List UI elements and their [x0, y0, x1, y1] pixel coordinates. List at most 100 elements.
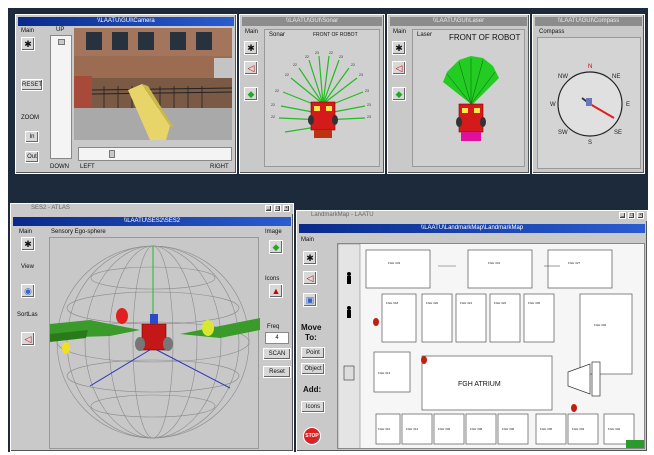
- landmark-main-label: Main: [301, 237, 315, 243]
- scan-button[interactable]: SCAN: [263, 348, 291, 360]
- laser-icon[interactable]: ◆: [269, 240, 283, 254]
- close-button[interactable]: ×: [283, 205, 290, 212]
- robot-icon[interactable]: ✱: [21, 237, 35, 251]
- reset-sphere-button[interactable]: Reset: [263, 366, 291, 378]
- sonar-main-label: Main: [245, 29, 259, 35]
- minimize-button[interactable]: _: [265, 205, 272, 212]
- laser-window: \\LAATU\GUI\Laser Main ✱ ◁ ◆ Laser FRONT…: [387, 14, 530, 174]
- pan-right-label: RIGHT: [210, 164, 229, 170]
- svg-text:23: 23: [339, 55, 343, 59]
- laser-icon[interactable]: ◆: [392, 87, 406, 101]
- sonar-display: Sonar FRONT OF ROBOT 23 22 22 23 22 22 22 23…: [264, 29, 380, 167]
- svg-text:FGH 302: FGH 302: [608, 427, 621, 431]
- svg-text:FGH 321: FGH 321: [460, 301, 473, 305]
- close-button[interactable]: ×: [637, 212, 644, 219]
- sonar-icon[interactable]: ◁: [244, 61, 258, 75]
- svg-text:FGH 327: FGH 327: [568, 261, 581, 265]
- svg-text:FGH 309: FGH 309: [438, 427, 451, 431]
- svg-text:23: 23: [359, 73, 363, 77]
- svg-text:FGH 333: FGH 333: [388, 261, 401, 265]
- ses-sphere-view: [49, 237, 260, 449]
- compass-window: \\LAATU\GUI\Compass Compass N NE E SE S …: [532, 14, 645, 174]
- point-button[interactable]: Point: [301, 347, 325, 359]
- robot-icon[interactable]: ✱: [244, 41, 258, 55]
- compass-w: W: [550, 102, 556, 108]
- map-icon[interactable]: ▣: [303, 293, 317, 307]
- sonar-icon[interactable]: ▲: [269, 284, 283, 298]
- atrium-label: FGH ATRIUM: [458, 381, 501, 388]
- svg-text:23: 23: [315, 51, 319, 55]
- stop-button[interactable]: STOP: [303, 427, 321, 445]
- svg-text:23: 23: [367, 103, 371, 107]
- svg-text:FGH 308: FGH 308: [470, 427, 483, 431]
- tilt-up-label: UP: [56, 27, 65, 33]
- laser-icon[interactable]: ◆: [244, 87, 258, 101]
- ses-window: SES2 - ATLAS _ □ × \\LAATU\SES2\SES2 Mai…: [10, 203, 294, 452]
- svg-text:FGH 331: FGH 331: [488, 261, 501, 265]
- robot-icon[interactable]: ✱: [21, 37, 35, 51]
- compass-label: Compass: [539, 29, 565, 35]
- tilt-slider[interactable]: [50, 35, 72, 159]
- svg-text:FGH 320: FGH 320: [426, 301, 439, 305]
- svg-text:FGH 305: FGH 305: [540, 427, 553, 431]
- svg-text:FGH 336: FGH 336: [528, 301, 541, 305]
- laser-title: \\LAATU\GUI\Laser: [390, 17, 527, 26]
- sonar-title: \\LAATU\GUI\Sonar: [242, 17, 382, 26]
- ses-title: \\LAATU\SES2\SES2: [13, 217, 291, 226]
- svg-text:FGH 302: FGH 302: [594, 323, 607, 327]
- ses-main-label: Main: [19, 229, 33, 235]
- object-button[interactable]: Object: [301, 363, 325, 375]
- ses-view-label: View: [21, 264, 34, 270]
- robot-icon[interactable]: ✱: [303, 251, 317, 265]
- ses-outer-titlebar: SES2 - ATLAS _ □ ×: [11, 204, 293, 214]
- sonar-icon[interactable]: ◁: [392, 61, 406, 75]
- maximize-button[interactable]: □: [274, 205, 281, 212]
- ses-icon[interactable]: ◉: [21, 284, 35, 298]
- compass-nw: NW: [558, 74, 568, 80]
- sonar-icon[interactable]: ◁: [303, 271, 317, 285]
- svg-text:22: 22: [271, 103, 275, 107]
- zoom-out-button[interactable]: Out: [25, 151, 39, 163]
- compass-sw: SW: [558, 130, 568, 136]
- zoom-in-button[interactable]: In: [25, 131, 39, 143]
- svg-text:22: 22: [275, 89, 279, 93]
- compass-display: N NE E SE S SW W NW: [537, 37, 641, 169]
- compass-n: N: [588, 64, 592, 70]
- ses-freq-label: Freq: [267, 324, 280, 330]
- svg-text:22: 22: [293, 63, 297, 67]
- zoom-label: ZOOM: [21, 115, 39, 121]
- icons-button[interactable]: Icons: [301, 401, 325, 413]
- svg-text:FGH 312: FGH 312: [406, 427, 419, 431]
- ses-sensory-label: Sensory Ego-sphere: [51, 229, 106, 235]
- svg-text:22: 22: [329, 51, 333, 55]
- sonar-icon[interactable]: ◁: [21, 332, 35, 346]
- floor-map: FGH ATRIUM FGH 333 FGH 331 FGH 327 FGH 318…: [337, 243, 645, 449]
- minimize-button[interactable]: _: [619, 212, 626, 219]
- svg-text:23: 23: [367, 115, 371, 119]
- tilt-down-label: DOWN: [50, 164, 69, 170]
- compass-e: E: [626, 102, 630, 108]
- pan-left-label: LEFT: [80, 164, 95, 170]
- svg-text:FGH 313: FGH 313: [378, 371, 391, 375]
- sonar-window: \\LAATU\GUI\Sonar Main ✱ ◁ ◆ Sonar FRONT…: [239, 14, 385, 174]
- landmark-title: \\LAATU\LandmarkMap\LandmarkMap: [299, 224, 645, 233]
- pan-slider[interactable]: [78, 147, 232, 161]
- ses-sort-label: SortLas: [17, 312, 38, 318]
- freq-input[interactable]: 4: [265, 332, 289, 344]
- landmark-outer-titlebar: LandmarkMap - LAATU _ □ ×: [297, 211, 647, 221]
- move-to-label: To:: [305, 333, 317, 342]
- compass-se: SE: [614, 130, 622, 136]
- svg-text:22: 22: [351, 63, 355, 67]
- svg-text:22: 22: [271, 115, 275, 119]
- compass-title: \\LAATU\GUI\Compass: [535, 17, 642, 26]
- camera-window: \\LAATU\GUI\Camera Main ✱ RESET ZOOM In …: [15, 14, 237, 174]
- svg-text:FGH 303: FGH 303: [572, 427, 585, 431]
- laser-main-label: Main: [393, 29, 407, 35]
- robot-icon[interactable]: ✱: [392, 41, 406, 55]
- reset-button[interactable]: RESET: [21, 79, 43, 91]
- compass-ne: NE: [612, 74, 620, 80]
- maximize-button[interactable]: □: [628, 212, 635, 219]
- laser-display: Laser FRONT OF ROBOT: [412, 29, 525, 167]
- svg-text:22: 22: [285, 73, 289, 77]
- svg-text:23: 23: [365, 89, 369, 93]
